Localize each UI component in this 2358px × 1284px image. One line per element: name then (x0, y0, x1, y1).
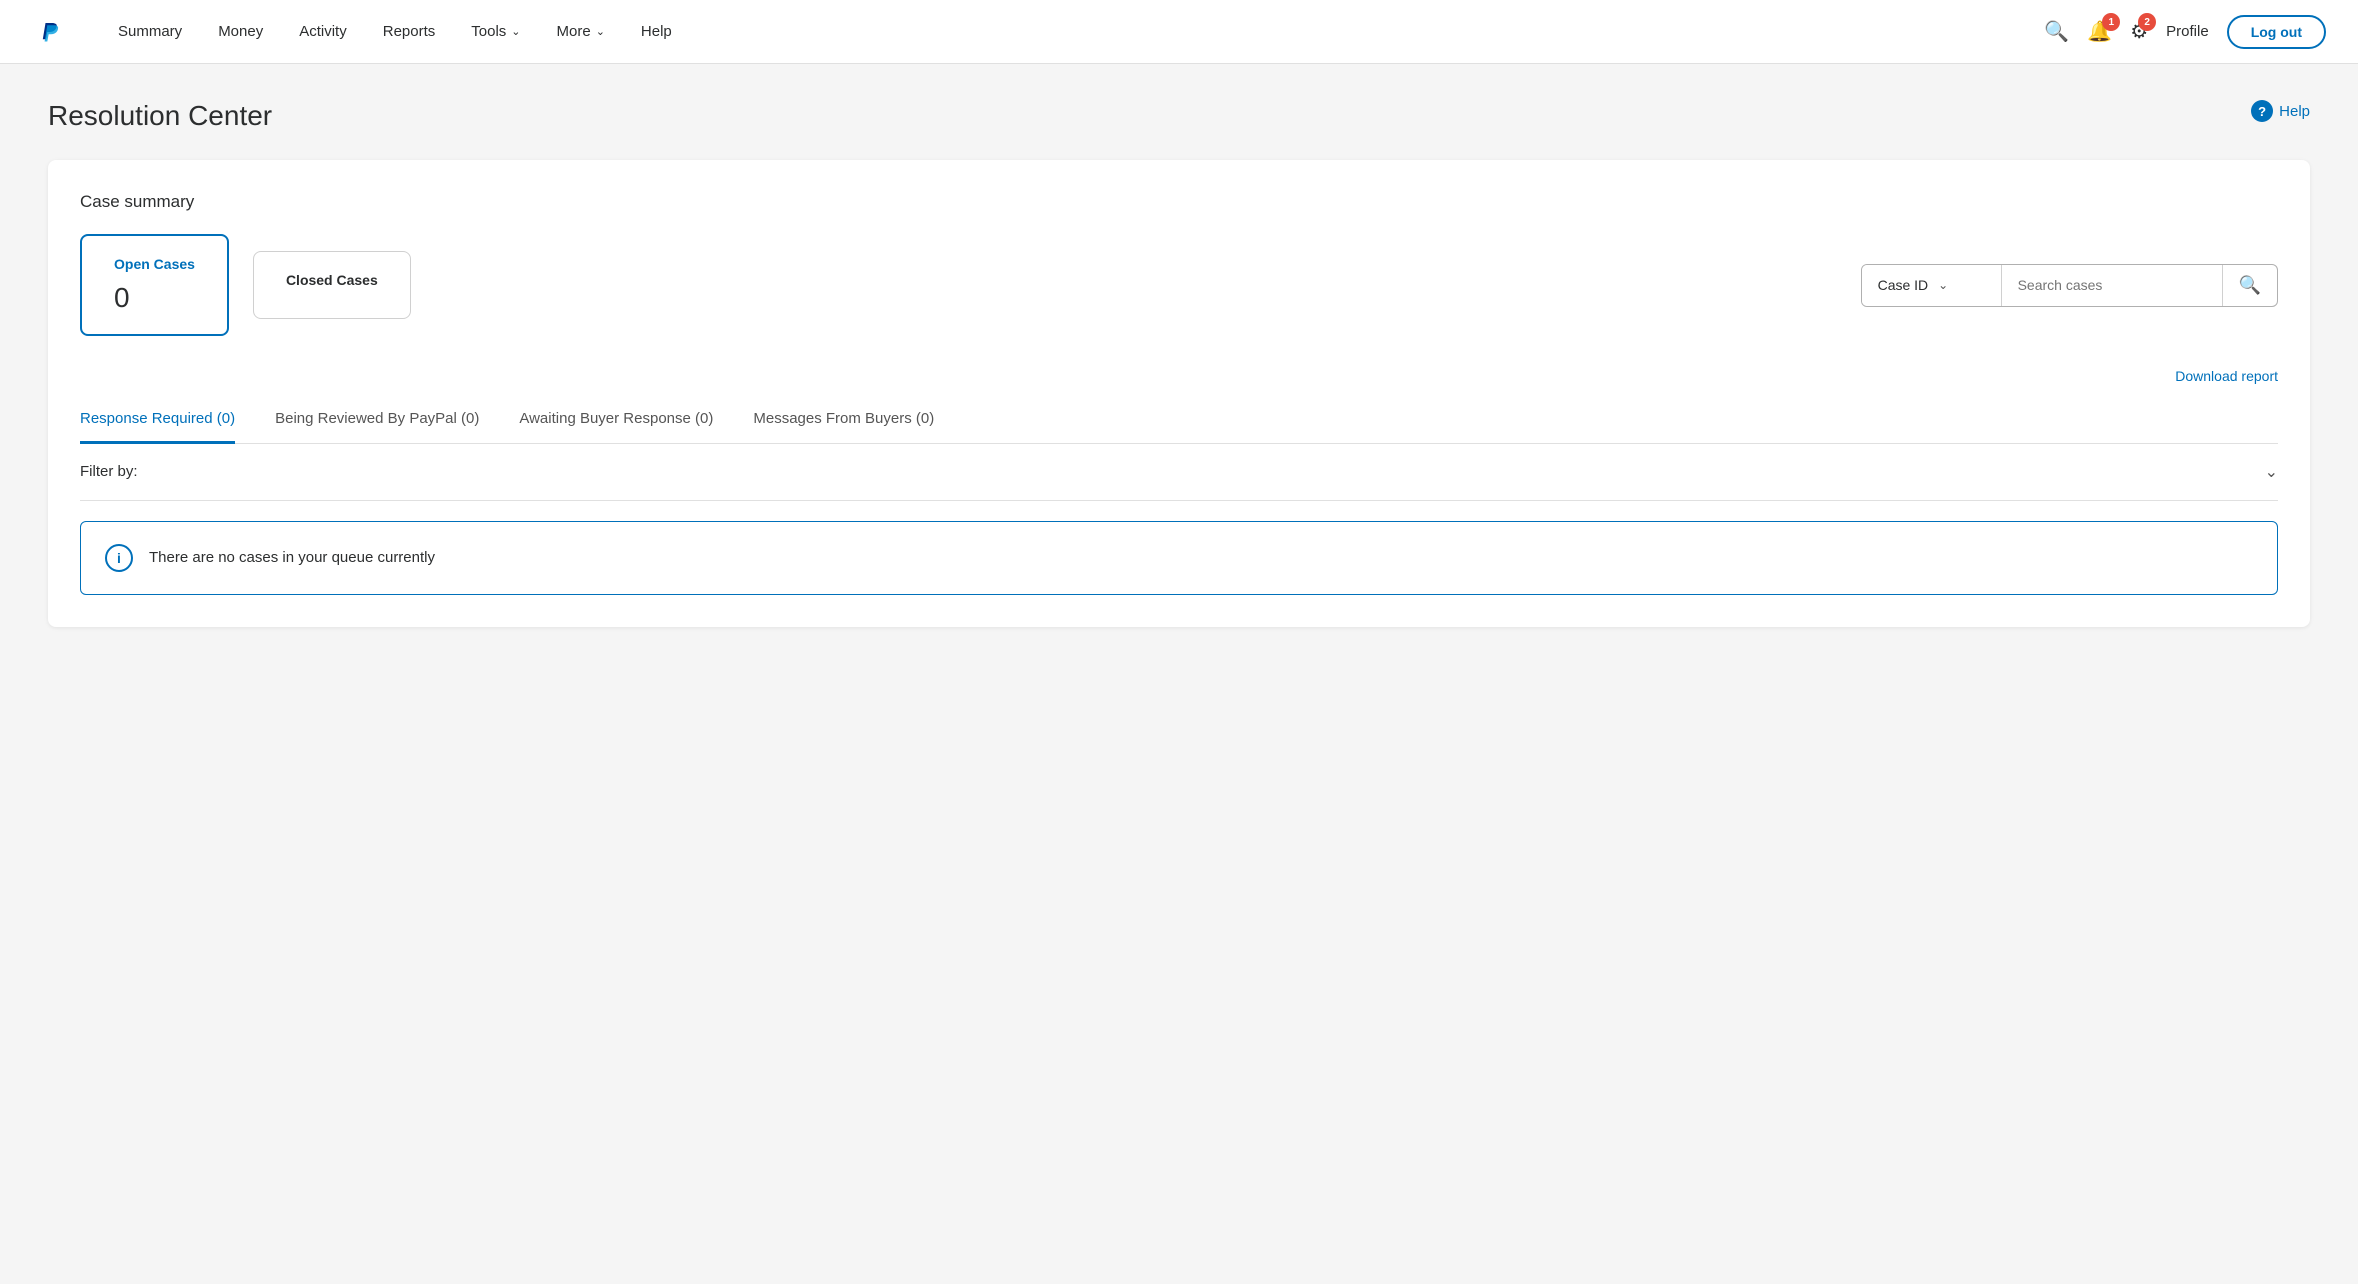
tools-chevron-icon: ⌄ (511, 25, 520, 38)
search-input[interactable] (2002, 265, 2222, 306)
open-cases-box[interactable]: Open Cases 0 (80, 234, 229, 336)
search-icon: 🔍 (2044, 19, 2069, 44)
filter-row[interactable]: Filter by: ⌄ (80, 444, 2278, 501)
tab-being-reviewed[interactable]: Being Reviewed By PayPal (0) (275, 396, 479, 444)
search-icon: 🔍 (2239, 275, 2261, 296)
nav-summary[interactable]: Summary (100, 0, 200, 64)
open-cases-count: 0 (114, 282, 195, 314)
closed-cases-label: Closed Cases (286, 272, 378, 288)
tabs: Response Required (0) Being Reviewed By … (80, 396, 2278, 444)
search-dropdown-label: Case ID (1878, 277, 1929, 293)
header-actions: 🔍 🔔 1 ⚙ 2 Profile Log out (2044, 15, 2326, 49)
search-button[interactable]: 🔍 (2044, 19, 2069, 44)
section-title: Case summary (80, 192, 2278, 212)
page-title: Resolution Center (48, 100, 272, 132)
case-search-area: Case ID ⌄ 🔍 (1861, 264, 2278, 307)
dropdown-chevron-icon: ⌄ (1938, 278, 1948, 292)
open-cases-label: Open Cases (114, 256, 195, 272)
empty-state: i There are no cases in your queue curre… (80, 521, 2278, 595)
settings-button[interactable]: ⚙ 2 (2130, 19, 2148, 44)
main-nav: Summary Money Activity Reports Tools ⌄ M… (100, 0, 2044, 64)
search-button[interactable]: 🔍 (2222, 265, 2277, 306)
filter-chevron-icon: ⌄ (2265, 462, 2278, 482)
info-icon: i (105, 544, 133, 572)
logo[interactable] (32, 14, 68, 50)
main-card: Case summary Open Cases 0 Closed Cases C… (48, 160, 2310, 627)
download-report-link[interactable]: Download report (2175, 368, 2278, 384)
profile-label: Profile (2166, 23, 2209, 40)
tab-response-required[interactable]: Response Required (0) (80, 396, 235, 444)
nav-activity[interactable]: Activity (281, 0, 365, 64)
tab-messages-from-buyers[interactable]: Messages From Buyers (0) (753, 396, 934, 444)
tab-awaiting-buyer[interactable]: Awaiting Buyer Response (0) (519, 396, 713, 444)
nav-tools[interactable]: Tools ⌄ (453, 0, 538, 64)
more-chevron-icon: ⌄ (596, 25, 605, 38)
header: Summary Money Activity Reports Tools ⌄ M… (0, 0, 2358, 64)
search-combo: Case ID ⌄ 🔍 (1861, 264, 2278, 307)
nav-money[interactable]: Money (200, 0, 281, 64)
nav-more[interactable]: More ⌄ (539, 0, 623, 64)
notifications-badge: 1 (2102, 13, 2120, 31)
help-link[interactable]: ? Help (2251, 100, 2310, 122)
settings-badge: 2 (2138, 13, 2156, 31)
nav-reports[interactable]: Reports (365, 0, 454, 64)
case-summary-row: Open Cases 0 Closed Cases Case ID ⌄ 🔍 (80, 234, 2278, 336)
download-row: Download report (80, 368, 2278, 384)
page-header: Resolution Center ? Help (48, 100, 2310, 132)
case-id-dropdown[interactable]: Case ID ⌄ (1862, 265, 2002, 306)
help-circle-icon: ? (2251, 100, 2273, 122)
closed-cases-box[interactable]: Closed Cases (253, 251, 411, 319)
notifications-button[interactable]: 🔔 1 (2087, 19, 2112, 44)
help-label: Help (2279, 103, 2310, 120)
filter-label: Filter by: (80, 463, 138, 480)
page-content: Resolution Center ? Help Case summary Op… (0, 64, 2358, 1284)
profile-link[interactable]: Profile (2166, 23, 2209, 40)
nav-help[interactable]: Help (623, 0, 690, 64)
empty-state-message: There are no cases in your queue current… (149, 549, 435, 566)
logout-button[interactable]: Log out (2227, 15, 2326, 49)
